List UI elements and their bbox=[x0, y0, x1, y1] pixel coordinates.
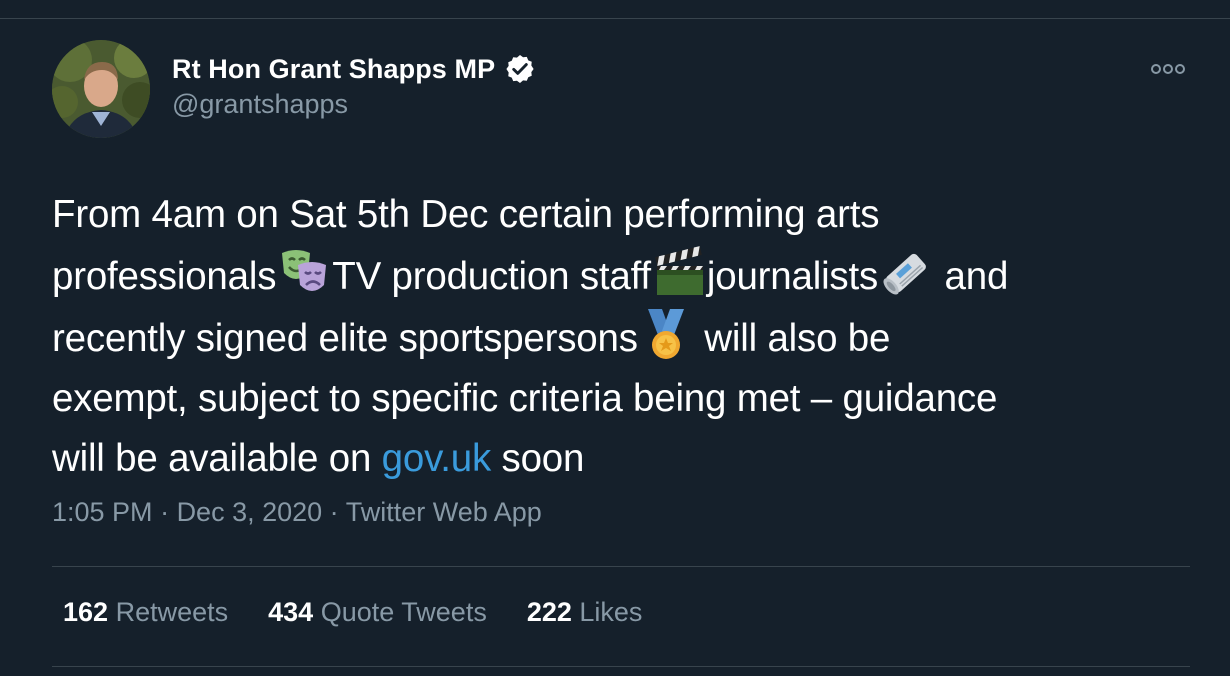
clapper-board-icon bbox=[651, 245, 707, 301]
verified-badge-icon bbox=[504, 53, 536, 85]
tweet-source[interactable]: Twitter Web App bbox=[346, 497, 542, 527]
retweets-stat[interactable]: 162 Retweets bbox=[63, 597, 228, 628]
meta-separator-2: · bbox=[322, 497, 346, 527]
quote-tweets-stat[interactable]: 434 Quote Tweets bbox=[268, 597, 487, 628]
more-options-button[interactable] bbox=[1148, 57, 1188, 81]
author-names: Rt Hon Grant Shapps MP @grantshapps bbox=[172, 51, 536, 120]
stats-top-divider bbox=[52, 566, 1190, 567]
tweet-line-5: will be available on gov.uk soon bbox=[52, 437, 585, 480]
gov-uk-link[interactable]: gov.uk bbox=[382, 437, 492, 480]
retweets-label: Retweets bbox=[115, 597, 229, 627]
likes-stat[interactable]: 222 Likes bbox=[527, 597, 643, 628]
tweet-text: From 4am on Sat 5th Dec certain performi… bbox=[52, 185, 1190, 489]
likes-label: Likes bbox=[579, 597, 643, 627]
medal-icon bbox=[638, 307, 694, 363]
stats-bottom-divider bbox=[52, 666, 1190, 667]
tweet: Rt Hon Grant Shapps MP @grantshapps From… bbox=[52, 19, 1190, 667]
author-display-name[interactable]: Rt Hon Grant Shapps MP bbox=[172, 54, 495, 85]
display-name-row: Rt Hon Grant Shapps MP bbox=[172, 51, 536, 87]
likes-count: 222 bbox=[526, 597, 572, 627]
tweet-meta: 1:05 PM · Dec 3, 2020 · Twitter Web App bbox=[52, 497, 542, 528]
tweet-line-3: recently signed elite sportspersons will… bbox=[52, 307, 1190, 369]
tweet-time[interactable]: 1:05 PM bbox=[52, 497, 153, 527]
author-handle[interactable]: @grantshapps bbox=[172, 89, 536, 120]
tweet-detail-page: Rt Hon Grant Shapps MP @grantshapps From… bbox=[0, 0, 1230, 676]
newspaper-icon bbox=[878, 245, 934, 301]
tweet-header: Rt Hon Grant Shapps MP @grantshapps bbox=[52, 19, 1190, 139]
tweet-stats: 162 Retweets 434 Quote Tweets 222 Likes bbox=[63, 597, 682, 628]
meta-separator: · bbox=[152, 497, 177, 527]
quote-tweets-label: Quote Tweets bbox=[320, 597, 487, 627]
performing-arts-icon bbox=[276, 245, 332, 301]
quote-tweets-count: 434 bbox=[268, 597, 314, 627]
tweet-line-1: From 4am on Sat 5th Dec certain performi… bbox=[52, 193, 880, 236]
avatar[interactable] bbox=[52, 40, 150, 138]
tweet-line-2: professionals TV production staff journa… bbox=[52, 245, 1190, 307]
retweets-count: 162 bbox=[63, 597, 109, 627]
more-dots-icon bbox=[1151, 64, 1185, 74]
tweet-line-4: exempt, subject to specific criteria bei… bbox=[52, 377, 998, 420]
tweet-date[interactable]: Dec 3, 2020 bbox=[177, 497, 323, 527]
